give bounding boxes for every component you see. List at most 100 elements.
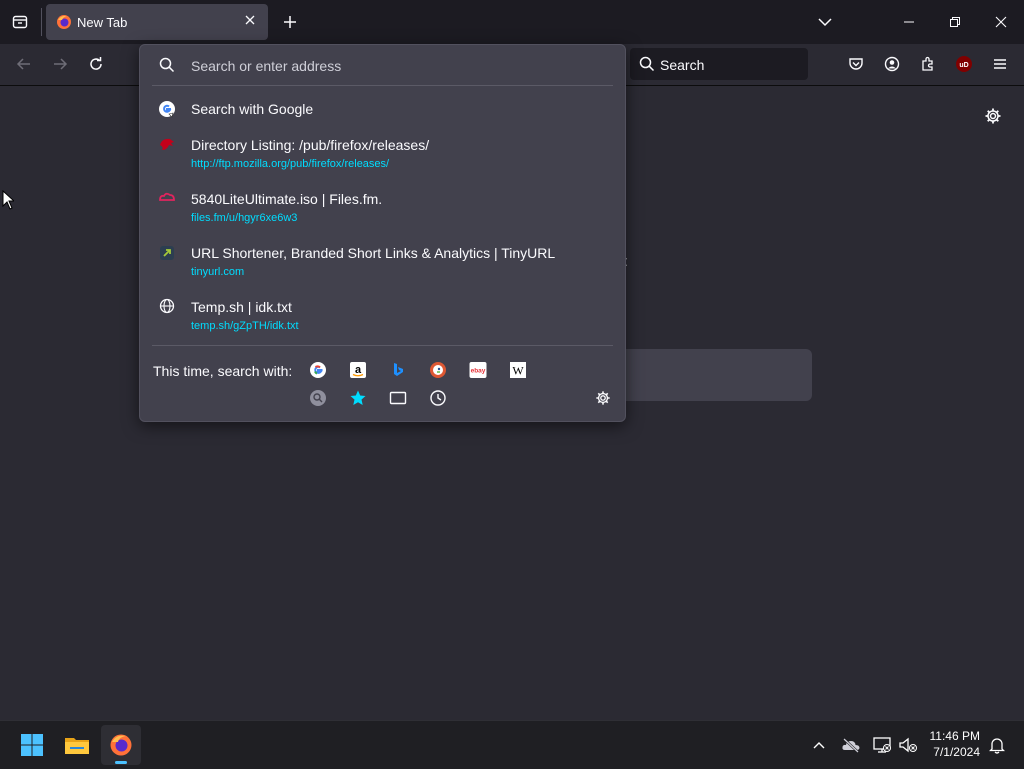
taskbar: 11:46 PM 7/1/2024	[0, 720, 1024, 769]
result-title: 5840LiteUltimate.iso | Files.fm.	[191, 191, 383, 207]
urlbar-input[interactable]: Search or enter address	[140, 45, 625, 85]
engine-google-button[interactable]	[309, 361, 327, 379]
result-url: files.fm/u/hgyr6xe6w3	[191, 212, 298, 224]
search-settings-button[interactable]	[594, 389, 612, 407]
reload-icon	[90, 57, 102, 70]
list-all-tabs-button[interactable]	[802, 0, 848, 44]
mode-history-button[interactable]	[429, 389, 447, 407]
toolbar-search-placeholder: Search	[660, 57, 705, 73]
engine-amazon-button[interactable]: a	[349, 361, 367, 379]
chevron-up-icon	[813, 742, 825, 749]
result-tempsh[interactable]: Temp.sh | idk.txt temp.sh/gZpTH/idk.txt	[140, 293, 625, 337]
toolbar-search-field[interactable]: Search	[630, 48, 808, 80]
result-title: Temp.sh | idk.txt	[191, 299, 292, 315]
search-history-icon	[310, 390, 326, 406]
show-hidden-icons-button[interactable]	[807, 733, 831, 757]
clock-date: 7/1/2024	[933, 745, 980, 759]
mode-tabs-button[interactable]	[389, 389, 407, 407]
restore-icon	[950, 17, 960, 27]
active-app-indicator	[115, 761, 127, 764]
result-directory-listing[interactable]: Directory Listing: /pub/firefox/releases…	[140, 131, 625, 175]
bell-icon	[989, 738, 1005, 754]
engine-wikipedia-button[interactable]: W	[509, 361, 527, 379]
mode-bookmarks-button[interactable]	[349, 389, 367, 407]
google-icon	[157, 99, 177, 119]
firefox-view-button[interactable]	[6, 8, 34, 36]
mode-search-history-button[interactable]	[309, 389, 327, 407]
engine-duckduckgo-button[interactable]	[429, 361, 447, 379]
close-window-button[interactable]	[978, 0, 1024, 44]
volume-tray-button[interactable]	[896, 733, 920, 757]
restore-button[interactable]	[932, 0, 978, 44]
onedrive-tray-button[interactable]	[839, 733, 863, 757]
firefox-taskbar-button[interactable]	[101, 725, 141, 765]
result-filesfm[interactable]: 5840LiteUltimate.iso | Files.fm. files.f…	[140, 185, 625, 229]
notifications-button[interactable]	[985, 733, 1009, 757]
file-explorer-button[interactable]	[57, 725, 97, 765]
result-search-google[interactable]: Search with Google	[140, 95, 625, 123]
mozilla-dino-icon	[157, 135, 177, 155]
file-explorer-icon	[65, 738, 89, 754]
minimize-button[interactable]	[886, 0, 932, 44]
menu-button[interactable]	[984, 48, 1016, 80]
gear-icon	[985, 108, 1001, 124]
urlbar-placeholder: Search or enter address	[191, 58, 342, 74]
account-icon	[884, 56, 900, 72]
chevron-down-icon	[818, 18, 832, 27]
start-button[interactable]	[12, 725, 52, 765]
result-url: http://ftp.mozilla.org/pub/firefox/relea…	[191, 158, 390, 170]
result-title: Search with Google	[191, 101, 314, 117]
clock-time: 11:46 PM	[929, 729, 980, 743]
tab-close-icon[interactable]	[244, 14, 256, 26]
tab-new-tab[interactable]: New Tab	[46, 4, 268, 40]
one-off-search-label: This time, search with:	[153, 363, 293, 379]
filesfm-icon	[157, 188, 177, 208]
result-title: Directory Listing: /pub/firefox/releases…	[191, 137, 430, 153]
star-icon	[350, 390, 366, 405]
duckduckgo-icon	[430, 362, 446, 378]
pocket-icon	[849, 58, 863, 70]
extensions-icon	[922, 56, 933, 71]
divider	[152, 85, 613, 86]
taskbar-clock[interactable]: 11:46 PM 7/1/2024	[930, 728, 980, 760]
gear-icon	[596, 391, 610, 405]
ublock-button[interactable]: uD	[948, 48, 980, 80]
back-button[interactable]	[8, 48, 40, 80]
svg-text:a: a	[355, 364, 362, 376]
personalize-new-tab-button[interactable]	[982, 105, 1004, 127]
amazon-icon: a	[350, 362, 366, 378]
account-button[interactable]	[876, 48, 908, 80]
urlbar-dropdown: Search or enter address Search with Goog…	[139, 44, 626, 422]
engine-ebay-button[interactable]: ebay	[469, 361, 487, 379]
plus-icon	[284, 16, 296, 28]
bing-icon	[394, 363, 403, 376]
globe-icon	[157, 296, 177, 316]
divider	[152, 345, 613, 346]
clock-icon	[430, 390, 446, 406]
mouse-cursor-icon	[2, 190, 14, 210]
tab-divider	[41, 8, 42, 36]
result-title: URL Shortener, Branded Short Links & Ana…	[191, 245, 556, 261]
svg-text:ebay: ebay	[471, 368, 486, 375]
result-url: temp.sh/gZpTH/idk.txt	[191, 320, 299, 332]
back-icon	[16, 58, 30, 70]
volume-muted-icon	[899, 737, 917, 753]
ebay-icon: ebay	[469, 362, 487, 378]
result-tinyurl[interactable]: URL Shortener, Branded Short Links & Ana…	[140, 239, 625, 283]
wikipedia-icon: W	[510, 362, 526, 378]
firefox-view-icon	[12, 15, 28, 29]
pocket-button[interactable]	[840, 48, 872, 80]
forward-icon	[54, 58, 68, 70]
tabs-icon	[389, 391, 407, 405]
new-tab-button[interactable]	[276, 8, 304, 36]
engine-bing-button[interactable]	[389, 361, 407, 379]
google-icon	[310, 362, 326, 378]
extensions-button[interactable]	[912, 48, 944, 80]
ublock-icon: uD	[956, 56, 972, 72]
reload-button[interactable]	[80, 48, 112, 80]
network-icon	[873, 737, 891, 753]
hamburger-menu-icon	[994, 59, 1006, 69]
network-tray-button[interactable]	[870, 733, 894, 757]
tab-title: New Tab	[77, 15, 128, 30]
forward-button[interactable]	[44, 48, 76, 80]
